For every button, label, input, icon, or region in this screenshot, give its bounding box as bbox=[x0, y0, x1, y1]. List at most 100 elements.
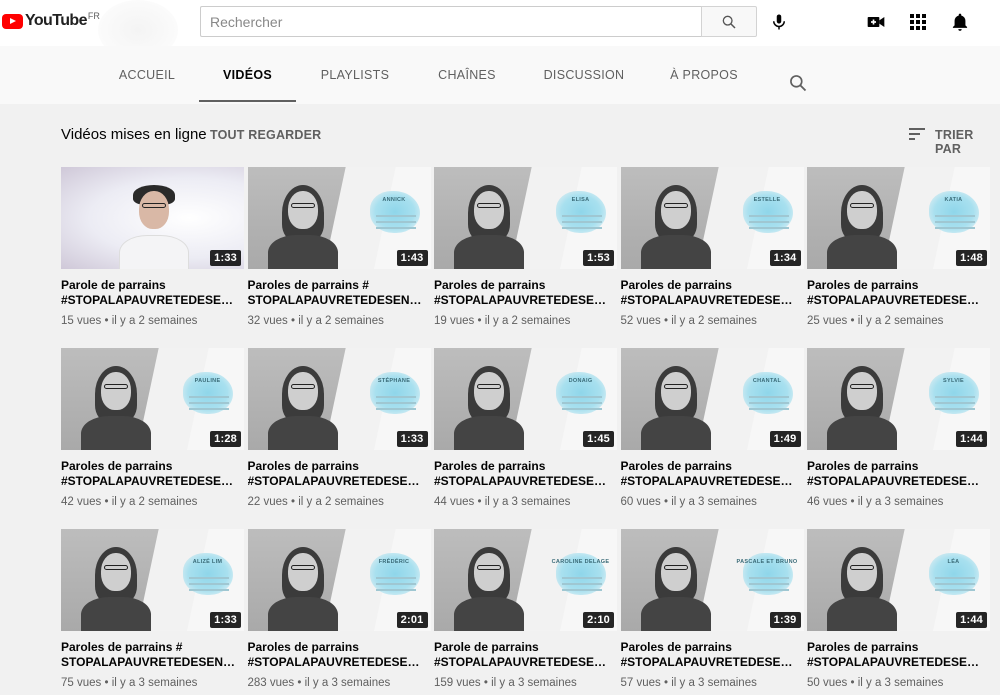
meta-separator: • bbox=[847, 677, 858, 689]
speaker-figure bbox=[267, 181, 338, 269]
video-card[interactable]: KATIA 1:48 Paroles de parrains #STOPALAPAUV… bbox=[807, 167, 990, 327]
apps-button[interactable] bbox=[906, 10, 930, 34]
video-thumbnail[interactable]: FRÉDÉRIC 2:01 bbox=[247, 529, 431, 631]
face bbox=[474, 191, 504, 229]
video-card[interactable]: STÉPHANE 1:33 Paroles de parrains #STOPALAP… bbox=[247, 348, 431, 508]
video-title[interactable]: Paroles de parrains # STOPALAPAUVRETEDESE… bbox=[61, 640, 244, 669]
video-card[interactable]: CAROLINE DELAGE 2:10 Parole de parrains #ST… bbox=[434, 529, 617, 689]
video-card[interactable]: PAULINE 1:28 Paroles de parrains #STOPALAPA… bbox=[61, 348, 244, 508]
video-title[interactable]: Paroles de parrains #STOPALAPAUVRETEDESE… bbox=[621, 278, 804, 307]
thumbnail-text-line bbox=[935, 577, 975, 579]
video-card[interactable]: 1:33 Parole de parrains #STOPALAPAUVRETEDE… bbox=[61, 167, 244, 327]
video-title[interactable]: Paroles de parrains #STOPALAPAUVRETEDESE… bbox=[807, 278, 990, 307]
video-title[interactable]: Paroles de parrains #STOPALAPAUVRETEDESE… bbox=[61, 459, 244, 488]
video-card[interactable]: SYLVIE 1:44 Paroles de parrains #STOPALAPAU… bbox=[807, 348, 990, 508]
tab-videos[interactable]: VIDÉOS bbox=[199, 46, 296, 104]
video-card[interactable]: ELISA 1:53 Paroles de parrains #STOPALAPAUV… bbox=[434, 167, 617, 327]
video-title-line-1: Paroles de parrains bbox=[434, 278, 546, 292]
channel-search-button[interactable] bbox=[788, 73, 810, 95]
create-video-button[interactable] bbox=[864, 10, 888, 34]
video-title-line-1: Paroles de parrains bbox=[807, 278, 919, 292]
video-title[interactable]: Paroles de parrains #STOPALAPAUVRETEDESE… bbox=[621, 640, 804, 669]
video-card[interactable]: FRÉDÉRIC 2:01 Paroles de parrains #STOPALAP… bbox=[247, 529, 431, 689]
sort-icon[interactable] bbox=[907, 126, 927, 144]
video-thumbnail[interactable]: PAULINE 1:28 bbox=[61, 348, 244, 450]
thumbnail-text-line bbox=[935, 402, 975, 404]
video-title[interactable]: Paroles de parrains #STOPALAPAUVRETEDESE… bbox=[248, 640, 431, 669]
video-card[interactable]: PASCALE ET BRUNO 1:39 Paroles de parrains #… bbox=[620, 529, 804, 689]
tab-accueil[interactable]: ACCUEIL bbox=[108, 46, 186, 104]
video-title-line-1: Paroles de parrains bbox=[247, 640, 359, 654]
video-title[interactable]: Paroles de parrains #STOPALAPAUVRETEDESE… bbox=[807, 459, 990, 488]
thumbnail-text-line bbox=[189, 583, 229, 585]
torso bbox=[640, 235, 711, 269]
search-input[interactable] bbox=[201, 7, 702, 36]
video-card[interactable]: ANNICK 1:43 Paroles de parrains # STOPALAPA… bbox=[247, 167, 431, 327]
notifications-button[interactable] bbox=[948, 10, 972, 34]
glasses bbox=[290, 203, 315, 208]
video-thumbnail[interactable]: SYLVIE 1:44 bbox=[807, 348, 990, 450]
meta-separator: • bbox=[480, 677, 492, 689]
tab-a-propos[interactable]: À PROPOS bbox=[662, 46, 746, 104]
view-all-button[interactable]: TOUT REGARDER bbox=[210, 128, 321, 142]
video-thumbnail[interactable]: CHANTAL 1:49 bbox=[620, 348, 804, 450]
video-duration: 2:10 bbox=[583, 612, 614, 628]
video-card[interactable]: LÉA 1:44 Paroles de parrains #STOPALAPAUVRE… bbox=[807, 529, 990, 689]
video-thumbnail[interactable]: DONAIG 1:45 bbox=[434, 348, 617, 450]
video-card[interactable]: CHANTAL 1:49 Paroles de parrains #STOPALAPA… bbox=[620, 348, 804, 508]
video-title[interactable]: Parole de parrains #STOPALAPAUVRETEDESE… bbox=[434, 640, 617, 669]
video-duration: 1:48 bbox=[956, 250, 987, 266]
video-card[interactable]: ALIZÉ LIM 1:33 Paroles de parrains # STOPAL… bbox=[61, 529, 244, 689]
video-title[interactable]: Paroles de parrains #STOPALAPAUVRETEDESE… bbox=[248, 459, 431, 488]
face bbox=[287, 372, 318, 410]
video-card[interactable]: ESTELLE 1:34 Paroles de parrains #STOPALAPA… bbox=[620, 167, 804, 327]
video-thumbnail[interactable]: STÉPHANE 1:33 bbox=[247, 348, 431, 450]
tab-discussion[interactable]: DISCUSSION bbox=[536, 46, 632, 104]
video-title-line-1: Paroles de parrains bbox=[247, 459, 359, 473]
view-count: 60 vues bbox=[620, 496, 661, 508]
thumbnail-person-name: LÉA bbox=[947, 559, 960, 565]
channel-tab-bar: ACCUEIL VIDÉOS PLAYLISTS CHAÎNES DISCUSS… bbox=[0, 46, 1000, 104]
thumbnail-text-line bbox=[748, 402, 789, 404]
upload-age: il y a 3 semaines bbox=[491, 677, 577, 689]
video-thumbnail[interactable]: ELISA 1:53 bbox=[434, 167, 617, 269]
speaker-figure bbox=[827, 181, 897, 269]
youtube-logo[interactable]: YouTube FR bbox=[2, 10, 100, 32]
video-title-line-1: Paroles de parrains bbox=[807, 459, 919, 473]
video-duration: 1:49 bbox=[769, 431, 801, 447]
video-thumbnail[interactable]: ESTELLE 1:34 bbox=[620, 167, 804, 269]
thumbnail-text-line bbox=[562, 408, 602, 410]
video-card[interactable]: DONAIG 1:45 Paroles de parrains #STOPALAPAU… bbox=[434, 348, 617, 508]
video-title[interactable]: Paroles de parrains # STOPALAPAUVRETEDESE… bbox=[248, 278, 431, 307]
glasses bbox=[477, 203, 501, 208]
video-title[interactable]: Parole de parrains #STOPALAPAUVRETEDESE… bbox=[61, 278, 244, 307]
video-title[interactable]: Paroles de parrains #STOPALAPAUVRETEDESE… bbox=[621, 459, 804, 488]
sort-by-button[interactable]: TRIER PAR bbox=[935, 128, 1000, 156]
upload-age: il y a 3 semaines bbox=[304, 677, 391, 689]
face bbox=[847, 553, 877, 591]
video-thumbnail[interactable]: PASCALE ET BRUNO 1:39 bbox=[620, 529, 804, 631]
tab-playlists[interactable]: PLAYLISTS bbox=[312, 46, 398, 104]
search-icon bbox=[790, 75, 807, 92]
video-thumbnail[interactable]: LÉA 1:44 bbox=[807, 529, 990, 631]
video-thumbnail[interactable]: ANNICK 1:43 bbox=[247, 167, 431, 269]
voice-search-button[interactable] bbox=[766, 9, 792, 35]
view-count: 42 vues bbox=[61, 496, 102, 508]
search-button[interactable] bbox=[701, 6, 757, 37]
upload-age: il y a 2 semaines bbox=[111, 496, 198, 508]
video-title[interactable]: Paroles de parrains #STOPALAPAUVRETEDESE… bbox=[434, 278, 617, 307]
video-title[interactable]: Paroles de parrains #STOPALAPAUVRETEDESE… bbox=[434, 459, 617, 488]
torso bbox=[454, 416, 524, 450]
video-title[interactable]: Paroles de parrains #STOPALAPAUVRETEDESE… bbox=[807, 640, 990, 669]
video-thumbnail[interactable]: 1:33 bbox=[61, 167, 244, 269]
video-thumbnail[interactable]: KATIA 1:48 bbox=[807, 167, 990, 269]
face bbox=[660, 372, 691, 410]
thumbnail-text-line bbox=[562, 583, 602, 585]
video-title-line-1: Paroles de parrains bbox=[61, 459, 173, 473]
video-title-line-2: #STOPALAPAUVRETEDESE… bbox=[247, 473, 420, 488]
tab-chaines[interactable]: CHAÎNES bbox=[428, 46, 506, 104]
video-thumbnail[interactable]: CAROLINE DELAGE 2:10 bbox=[434, 529, 617, 631]
video-duration: 1:34 bbox=[769, 250, 801, 266]
video-thumbnail[interactable]: ALIZÉ LIM 1:33 bbox=[61, 529, 244, 631]
speaker-figure bbox=[267, 543, 338, 631]
